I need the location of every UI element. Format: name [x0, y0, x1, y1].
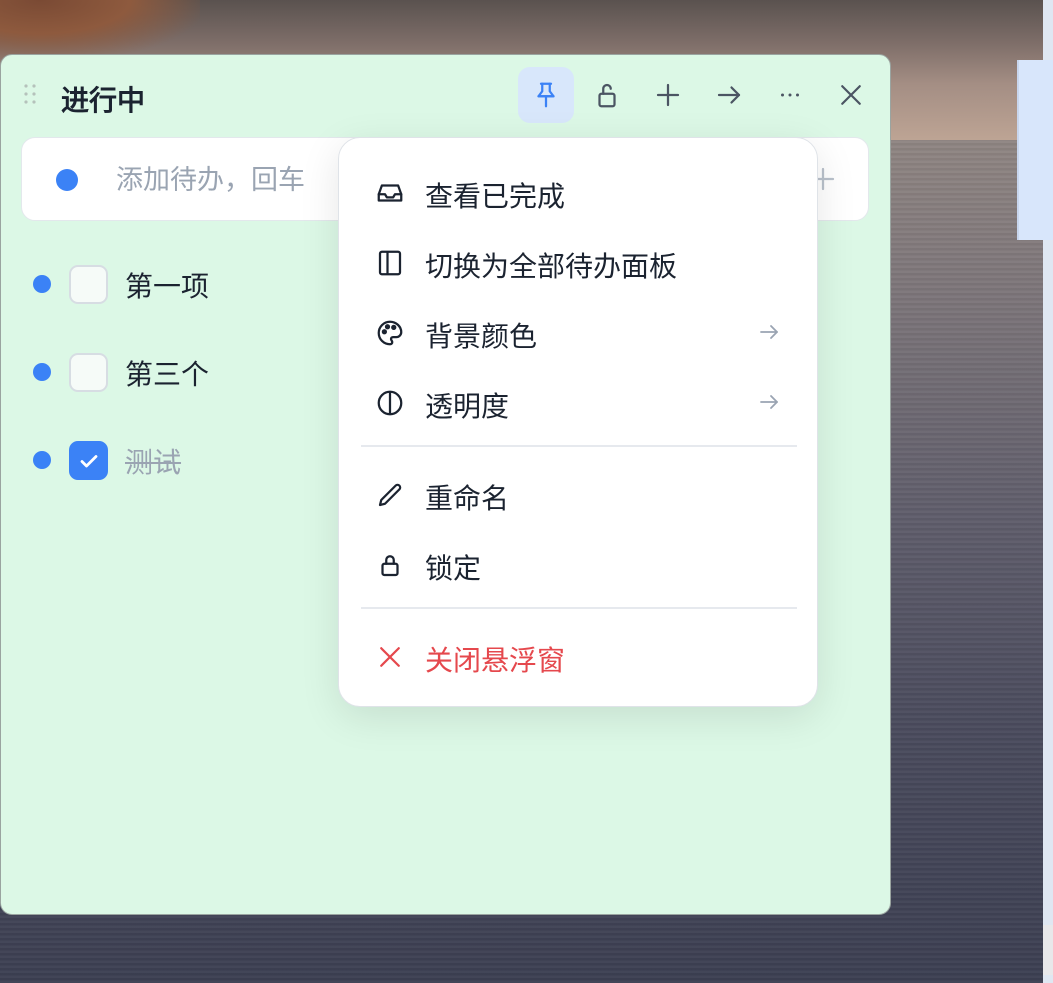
- menu-item-label: 锁定: [425, 552, 482, 585]
- palette-icon: [377, 320, 403, 346]
- menu-item-close-window[interactable]: 关闭悬浮窗: [361, 626, 797, 686]
- add-todo-dot: [56, 169, 78, 191]
- desktop-cliff: [0, 0, 200, 60]
- task-label-done: 测试: [125, 446, 182, 479]
- menu-item-opacity[interactable]: 透明度: [361, 372, 797, 432]
- pin-icon: [537, 82, 555, 108]
- task-checkbox[interactable]: [69, 353, 108, 392]
- menu-item-rename[interactable]: 重命名: [361, 464, 797, 524]
- task-priority-dot: [33, 275, 51, 293]
- unlock-icon: [598, 83, 616, 108]
- panel-icon: [378, 250, 402, 276]
- task-label: 第三个: [125, 358, 210, 391]
- add-button[interactable]: [640, 67, 696, 123]
- menu-item-label: 透明度: [425, 390, 510, 423]
- menu-item-background-color[interactable]: 背景颜色: [361, 302, 797, 362]
- lock-icon: [381, 555, 399, 577]
- menu-item-label: 关闭悬浮窗: [425, 644, 566, 677]
- panel-title: 进行中: [61, 84, 146, 117]
- drag-handle-icon[interactable]: [23, 83, 37, 105]
- plus-icon: [656, 83, 680, 107]
- arrow-right-icon: [760, 325, 778, 339]
- menu-item-label: 切换为全部待办面板: [425, 250, 678, 283]
- menu-item-label: 查看已完成: [425, 180, 566, 213]
- inbox-icon: [377, 184, 403, 202]
- check-icon: [80, 455, 98, 468]
- task-checkbox-checked[interactable]: [69, 441, 108, 480]
- background-window-highlight: [1017, 60, 1053, 240]
- background-window-footer: [1043, 925, 1053, 975]
- arrow-right-icon: [717, 86, 741, 104]
- background-window-edge: [1017, 0, 1053, 983]
- task-priority-dot: [33, 363, 51, 381]
- more-button[interactable]: [762, 67, 818, 123]
- panel-titlebar[interactable]: 进行中: [1, 55, 890, 137]
- menu-item-lock[interactable]: 锁定: [361, 534, 797, 594]
- pencil-icon: [378, 483, 402, 507]
- menu-divider: [361, 445, 797, 447]
- lock-toggle-button[interactable]: [579, 67, 635, 123]
- more-icon: [781, 93, 799, 97]
- move-button[interactable]: [701, 67, 757, 123]
- close-icon: [380, 647, 400, 667]
- menu-item-switch-panel[interactable]: 切换为全部待办面板: [361, 232, 797, 292]
- menu-item-label: 重命名: [425, 482, 510, 515]
- task-label: 第一项: [125, 270, 210, 303]
- more-options-menu: 查看已完成 切换为全部待办面板 背景颜色 透明度 重命名 锁定 关闭悬浮窗: [338, 137, 818, 707]
- menu-item-view-completed[interactable]: 查看已完成: [361, 162, 797, 222]
- menu-item-label: 背景颜色: [425, 320, 538, 353]
- contrast-icon: [377, 390, 403, 416]
- arrow-right-icon: [760, 395, 778, 409]
- close-icon: [841, 85, 861, 105]
- menu-divider: [361, 607, 797, 609]
- close-panel-button[interactable]: [823, 67, 879, 123]
- task-priority-dot: [33, 451, 51, 469]
- pin-button[interactable]: [518, 67, 574, 123]
- task-checkbox[interactable]: [69, 265, 108, 304]
